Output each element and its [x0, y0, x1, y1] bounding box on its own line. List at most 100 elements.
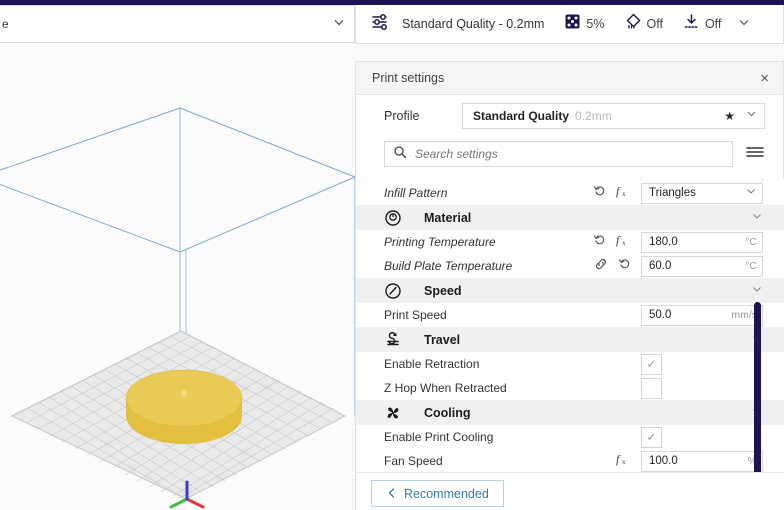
- setting-row-z-hop-when-retracted: Z Hop When Retracted: [356, 376, 784, 400]
- summary-support[interactable]: Off: [625, 13, 663, 35]
- print-settings-panel: Print settings × Profile Standard Qualit…: [355, 61, 784, 510]
- setting-unit: °C: [745, 236, 757, 248]
- panel-title: Print settings: [372, 71, 445, 85]
- profile-sub: 0.2mm: [575, 109, 612, 123]
- checkbox-wrap: ✓: [641, 353, 763, 375]
- link-icon[interactable]: [594, 257, 608, 276]
- 3d-viewport[interactable]: [0, 44, 355, 510]
- setting-row-fan-speed: Fan Speed f x 100.0 %: [356, 449, 784, 473]
- checkbox-wrap: [641, 377, 763, 399]
- category-cooling[interactable]: Cooling: [356, 400, 784, 425]
- category-label: Speed: [424, 283, 462, 298]
- settings-scroll-area[interactable]: Infill Pattern f x Triangles Material Pr…: [356, 179, 784, 473]
- support-icon: [625, 13, 642, 35]
- speedometer-icon: [384, 282, 406, 300]
- check-icon: ✓: [646, 357, 657, 371]
- chevron-down-icon: [745, 184, 757, 202]
- hamburger-menu-icon[interactable]: [745, 144, 765, 165]
- machine-selector[interactable]: e: [0, 5, 355, 43]
- setting-row-enable-print-cooling: Enable Print Cooling ✓: [356, 425, 784, 449]
- revert-icon[interactable]: [618, 257, 631, 275]
- category-speed[interactable]: Speed: [356, 278, 784, 303]
- svg-text:f: f: [616, 233, 621, 247]
- support-value: Off: [646, 17, 663, 31]
- category-material[interactable]: Material: [356, 205, 784, 230]
- setting-row-printing-temperature: Printing Temperature f x 180.0 °C: [356, 230, 784, 254]
- setting-label: Build Plate Temperature: [384, 259, 513, 273]
- summary-adhesion[interactable]: Off: [683, 13, 721, 35]
- settings-scrollbar[interactable]: [754, 302, 761, 488]
- svg-text:x: x: [622, 239, 626, 247]
- chevron-down-icon[interactable]: [737, 15, 751, 34]
- setting-value: Triangles: [649, 187, 696, 199]
- setting-label: Enable Retraction: [384, 357, 480, 371]
- setting-row-print-speed: Print Speed 50.0 mm/s: [356, 303, 784, 327]
- profile-selector[interactable]: Standard Quality 0.2mm ★: [462, 103, 765, 129]
- category-label: Travel: [424, 332, 461, 347]
- profile-row: Profile Standard Quality 0.2mm ★: [356, 95, 783, 137]
- revert-icon[interactable]: [593, 184, 606, 202]
- chevron-down-icon: [751, 209, 763, 227]
- function-icon[interactable]: f x: [616, 184, 631, 203]
- function-icon[interactable]: f x: [616, 452, 631, 471]
- category-travel[interactable]: Travel: [356, 327, 784, 352]
- search-box[interactable]: [384, 141, 733, 167]
- search-input[interactable]: [415, 147, 724, 161]
- chevron-down-icon: [751, 282, 763, 300]
- enable-print-cooling-checkbox[interactable]: ✓: [641, 426, 662, 448]
- svg-text:x: x: [622, 190, 626, 198]
- sliders-icon: [370, 11, 392, 38]
- infill-icon: [564, 13, 581, 35]
- search-icon: [393, 145, 407, 164]
- setting-input[interactable]: 60.0 °C: [641, 255, 763, 277]
- svg-text:x: x: [622, 458, 626, 466]
- setting-row-enable-retraction: Enable Retraction ✓: [356, 352, 784, 376]
- enable-retraction-checkbox[interactable]: ✓: [641, 353, 662, 375]
- material-spool-icon: [384, 209, 406, 227]
- cura-window: e Standard Quality - 0.2mm 5% Off Off Pr…: [0, 0, 784, 510]
- print-setup-header[interactable]: Standard Quality - 0.2mm 5% Off Off: [355, 5, 784, 44]
- right-column: Standard Quality - 0.2mm 5% Off Off Prin…: [355, 5, 784, 510]
- fan-icon: [384, 404, 406, 422]
- close-icon[interactable]: ×: [756, 69, 773, 88]
- profile-name: Standard Quality: [473, 109, 570, 123]
- search-row: [356, 137, 783, 171]
- panel-bottom-bar: Recommended: [356, 472, 784, 510]
- setting-value: 50.0: [649, 309, 672, 321]
- machine-selector-label: e: [2, 17, 9, 31]
- function-icon[interactable]: f x: [616, 233, 631, 252]
- z-hop-checkbox[interactable]: [641, 377, 662, 399]
- setting-label: Fan Speed: [384, 454, 443, 468]
- setting-value: 100.0: [649, 455, 678, 467]
- setting-value: 60.0: [649, 260, 672, 272]
- setting-unit: °C: [745, 260, 757, 272]
- recommended-button[interactable]: Recommended: [371, 480, 504, 507]
- chevron-left-icon: [386, 487, 397, 501]
- profile-label: Profile: [384, 109, 420, 123]
- setting-icons: f x: [575, 184, 631, 203]
- setting-icons: [575, 257, 631, 276]
- summary-infill[interactable]: 5%: [564, 13, 605, 35]
- 3d-scene: [0, 107, 355, 509]
- category-label: Material: [424, 210, 472, 225]
- setting-dropdown[interactable]: Triangles: [641, 182, 763, 204]
- model-cylinder[interactable]: [125, 369, 243, 444]
- travel-icon: [384, 331, 406, 349]
- chevron-down-icon[interactable]: [745, 107, 758, 125]
- setting-input[interactable]: 50.0 mm/s: [641, 304, 763, 326]
- revert-icon[interactable]: [593, 233, 606, 251]
- svg-text:f: f: [616, 184, 621, 198]
- star-icon[interactable]: ★: [724, 109, 735, 123]
- setting-row-build-plate-temperature: Build Plate Temperature 60.0 °C: [356, 254, 784, 278]
- adhesion-value: Off: [704, 17, 722, 31]
- setting-field[interactable]: [641, 179, 763, 181]
- setting-input[interactable]: 100.0 %: [641, 450, 763, 472]
- infill-value: 5%: [586, 17, 605, 31]
- setting-input[interactable]: 180.0 °C: [641, 231, 763, 253]
- setting-icons: f x: [575, 452, 631, 471]
- svg-text:f: f: [616, 452, 621, 466]
- check-icon: ✓: [646, 430, 657, 444]
- setting-icons: f x: [575, 233, 631, 252]
- category-label: Cooling: [424, 405, 471, 420]
- setting-value: 180.0: [649, 236, 678, 248]
